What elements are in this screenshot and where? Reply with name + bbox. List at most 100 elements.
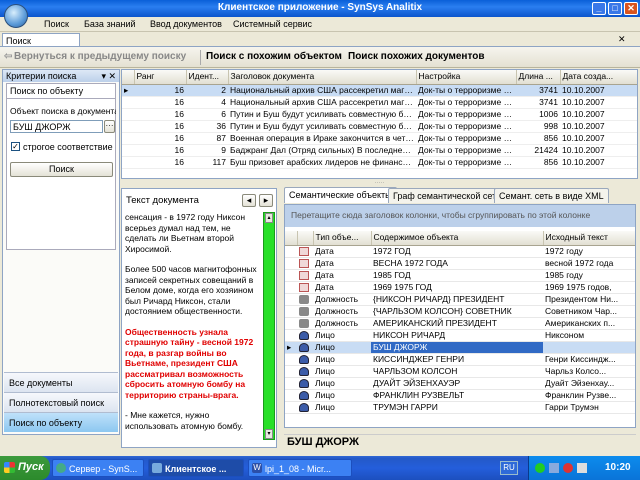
table-cell: 856	[516, 132, 560, 145]
col-title[interactable]: Заголовок документа	[228, 70, 417, 85]
maximize-button[interactable]: □	[608, 2, 622, 15]
table-cell: 16	[134, 156, 186, 169]
col-length[interactable]: Длина ...	[516, 70, 561, 85]
col-object-content[interactable]: Содержимое объекта	[371, 231, 544, 246]
close-button[interactable]: ✕	[624, 2, 638, 15]
tab-semantic-xml[interactable]: Семант. сеть в виде XML	[494, 188, 609, 203]
col-setting[interactable]: Настройка	[416, 70, 517, 85]
menu-search[interactable]: Поиск	[44, 19, 69, 29]
section-divider	[7, 98, 115, 99]
volume-icon[interactable]	[577, 463, 587, 473]
menu-document-input[interactable]: Ввод документов	[150, 19, 222, 29]
table-cell: 1969 1975 ГОД	[371, 281, 543, 294]
table-cell: 16	[134, 132, 186, 145]
table-row[interactable]: Дата 1972 ГОД 1972 году	[285, 245, 635, 258]
similar-object-search-button[interactable]: Поиск с похожим объектом	[206, 51, 342, 62]
language-indicator[interactable]: RU	[500, 461, 518, 475]
row-indicator	[122, 120, 134, 133]
col-id[interactable]: Идент...	[186, 70, 229, 85]
menu-knowledge-base[interactable]: База знаний	[84, 19, 136, 29]
nav-all-documents[interactable]: Все документы	[4, 372, 118, 392]
table-row[interactable]: ▸ 16 2 Национальный архив США рассекретил м…	[122, 84, 637, 97]
col-rank[interactable]: Ранг	[134, 70, 187, 85]
table-row[interactable]: Дата ВЕСНА 1972 ГОДА весной 1972 года	[285, 257, 635, 270]
table-row[interactable]: Лицо ТРУМЭН ГАРРИ Гарри Трумэн	[285, 401, 635, 414]
back-to-previous-search-button[interactable]: Вернуться к предыдущему поиску	[14, 51, 186, 62]
table-row[interactable]: 16 4 Национальный архив США рассекретил ма…	[122, 96, 637, 109]
prev-match-button[interactable]: ◂	[242, 194, 256, 207]
table-row[interactable]: 16 6 Путин и Буш будут усиливать совместну…	[122, 108, 637, 121]
position-icon	[297, 305, 313, 318]
task-client-app[interactable]: Клиентское ...	[148, 459, 244, 477]
table-cell: Лицо	[313, 389, 371, 402]
table-row[interactable]: Дата 1969 1975 ГОД 1969 1975 годов,	[285, 281, 635, 294]
security-icon[interactable]	[563, 463, 573, 473]
table-row[interactable]: Должность {ЧАРЛЬЗОМ КОЛСОН} СОВЕТНИК Совет…	[285, 305, 635, 318]
person-icon	[297, 389, 313, 402]
similar-documents-search-button[interactable]: Поиск похожих документов	[348, 51, 484, 62]
search-button[interactable]: Поиск	[10, 162, 113, 177]
table-cell: 10.10.2007	[560, 156, 637, 169]
scroll-up-icon[interactable]: ▴	[265, 213, 273, 223]
table-row[interactable]: Лицо ДУАЙТ ЭЙЗЕНХАУЭР Дуайт Эйзенхау...	[285, 377, 635, 390]
table-row[interactable]: 16 9 Баджранг Дал (Отряд сильных) В послед…	[122, 144, 637, 157]
table-cell: Док-ты о терроризме н...	[416, 144, 516, 157]
clock[interactable]: 10:20	[605, 462, 631, 473]
table-row[interactable]: Лицо ФРАНКЛИН РУЗВЕЛЬТ Франклин Рузве...	[285, 389, 635, 402]
nav-object-search[interactable]: Поиск по объекту	[4, 412, 118, 432]
table-cell: ЧАРЛЬЗОМ КОЛСОН	[371, 365, 543, 378]
col-created[interactable]: Дата созда...	[560, 70, 637, 85]
start-button[interactable]: Пуск	[0, 456, 50, 480]
tab-semantic-objects[interactable]: Семантические объекты	[284, 187, 397, 203]
table-row[interactable]: Лицо ЧАРЛЬЗОМ КОЛСОН Чарльз Колсо...	[285, 365, 635, 378]
scroll-down-icon[interactable]: ▾	[265, 429, 273, 439]
toolbar-separator	[200, 50, 201, 65]
text-scrollbar[interactable]: ▴ ▾	[263, 212, 275, 440]
semantic-grid-header: Тип объе... Содержимое объекта Исходный …	[285, 231, 635, 246]
table-cell: Лицо	[313, 329, 371, 342]
table-cell: Американских п...	[543, 317, 635, 330]
tray-app-icon[interactable]	[535, 463, 545, 473]
highlighted-paragraph: Общественность узнала страшную тайну - в…	[125, 326, 254, 400]
table-cell: {ЧАРЛЬЗОМ КОЛСОН} СОВЕТНИК	[371, 305, 543, 318]
nav-fulltext-search[interactable]: Полнотекстовый поиск	[4, 392, 118, 412]
table-cell: Лицо	[313, 341, 371, 354]
table-cell: Док-ты о терроризме н...	[416, 132, 516, 145]
table-row[interactable]: Лицо КИССИНДЖЕР ГЕНРИ Генри Киссиндж...	[285, 353, 635, 366]
row-indicator	[285, 305, 297, 318]
menu-system-service[interactable]: Системный сервис	[233, 19, 312, 29]
next-match-button[interactable]: ▸	[259, 194, 273, 207]
table-row[interactable]: Должность {НИКСОН РИЧАРД} ПРЕЗИДЕНТ Презид…	[285, 293, 635, 306]
network-icon[interactable]	[549, 463, 559, 473]
tab-search-documents[interactable]: Поиск документов	[2, 33, 80, 56]
app-orb-icon[interactable]	[4, 4, 28, 28]
tab-semantic-graph[interactable]: Граф семантической сети	[388, 188, 507, 203]
horizontal-splitter[interactable]: ·····	[121, 180, 638, 186]
col-object-type[interactable]: Тип объе...	[313, 231, 372, 246]
table-row[interactable]: 16 117 Буш призовет арабских лидеров не фи…	[122, 156, 637, 169]
row-indicator	[285, 317, 297, 330]
documents-grid: Ранг Идент... Заголовок документа Настро…	[121, 69, 638, 179]
object-search-input[interactable]: БУШ ДЖОРЖ	[10, 120, 103, 133]
object-picker-button[interactable]: ···	[104, 120, 115, 133]
person-icon	[297, 329, 313, 342]
table-cell: 4	[186, 96, 228, 109]
table-cell: 16	[134, 84, 186, 97]
row-indicator	[285, 293, 297, 306]
group-by-hint[interactable]: Перетащите сюда заголовок колонки, чтобы…	[285, 205, 635, 227]
strict-match-checkbox[interactable]: ✓	[11, 142, 20, 151]
table-row[interactable]: Должность АМЕРИКАНСКИЙ ПРЕЗИДЕНТ Американс…	[285, 317, 635, 330]
table-row[interactable]: ▸ Лицо БУШ ДЖОРЖ	[285, 341, 635, 354]
table-row[interactable]: Лицо НИКСОН РИЧАРД Никсоном	[285, 329, 635, 342]
col-source-text[interactable]: Исходный текст	[543, 231, 635, 246]
table-row[interactable]: 16 87 Военная операция в Ираке закончится …	[122, 132, 637, 145]
row-indicator	[122, 156, 134, 169]
task-server[interactable]: Сервер - SynS...	[52, 459, 144, 477]
task-word-document[interactable]: W lpi_1_08 - Micr...	[248, 459, 352, 477]
table-row[interactable]: Дата 1985 ГОД 1985 году	[285, 269, 635, 282]
panel-pin-close-icon[interactable]: ▾ ✕	[101, 71, 116, 82]
minimize-button[interactable]: _	[592, 2, 606, 15]
tab-close-icon[interactable]: ✕	[618, 34, 626, 45]
table-row[interactable]: 16 36 Путин и Буш будут усиливать совместн…	[122, 120, 637, 133]
table-cell: 117	[186, 156, 228, 169]
